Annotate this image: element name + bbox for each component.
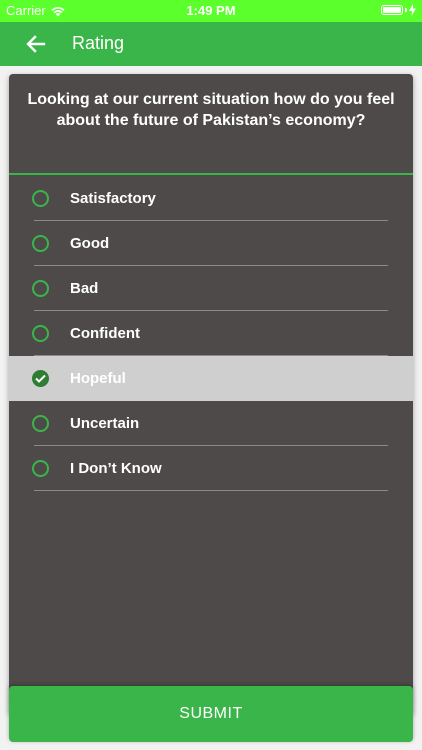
option-label: I Don’t Know bbox=[70, 460, 162, 477]
question-card: Looking at our current situation how do … bbox=[9, 74, 413, 714]
option-label: Hopeful bbox=[70, 370, 126, 387]
app-bar: Rating bbox=[0, 22, 422, 66]
option-good[interactable]: Good bbox=[9, 221, 413, 266]
option-label: Satisfactory bbox=[70, 190, 156, 207]
radio-unchecked-icon[interactable] bbox=[32, 415, 49, 432]
options-list: Satisfactory Good Bad Confident Hopeful bbox=[9, 176, 413, 491]
option-bad[interactable]: Bad bbox=[9, 266, 413, 311]
option-dont-know[interactable]: I Don’t Know bbox=[9, 446, 413, 491]
battery-group bbox=[381, 4, 416, 16]
radio-checked-icon[interactable] bbox=[32, 370, 49, 387]
option-label: Good bbox=[70, 235, 110, 252]
status-bar: Carrier 1:49 PM bbox=[0, 0, 422, 22]
page-title: Rating bbox=[72, 33, 125, 53]
question-text: Looking at our current situation how do … bbox=[27, 91, 395, 129]
option-label: Confident bbox=[70, 325, 140, 342]
submit-button[interactable]: SUBMIT bbox=[9, 686, 413, 742]
option-hopeful[interactable]: Hopeful bbox=[9, 356, 413, 401]
radio-unchecked-icon[interactable] bbox=[32, 190, 49, 207]
option-uncertain[interactable]: Uncertain bbox=[9, 401, 413, 446]
question-divider bbox=[9, 173, 413, 175]
battery-icon bbox=[381, 5, 403, 15]
status-time: 1:49 PM bbox=[186, 3, 236, 18]
radio-unchecked-icon[interactable] bbox=[32, 460, 49, 477]
divider bbox=[34, 490, 388, 491]
radio-unchecked-icon[interactable] bbox=[32, 235, 49, 252]
charging-bolt-icon bbox=[409, 4, 416, 16]
back-button[interactable] bbox=[22, 32, 50, 56]
option-label: Uncertain bbox=[70, 415, 140, 432]
option-label: Bad bbox=[70, 280, 99, 297]
checkmark-icon bbox=[35, 374, 46, 383]
radio-unchecked-icon[interactable] bbox=[32, 325, 49, 342]
option-satisfactory[interactable]: Satisfactory bbox=[9, 176, 413, 221]
radio-unchecked-icon[interactable] bbox=[32, 280, 49, 297]
arrow-left-icon bbox=[26, 35, 46, 53]
option-confident[interactable]: Confident bbox=[9, 311, 413, 356]
